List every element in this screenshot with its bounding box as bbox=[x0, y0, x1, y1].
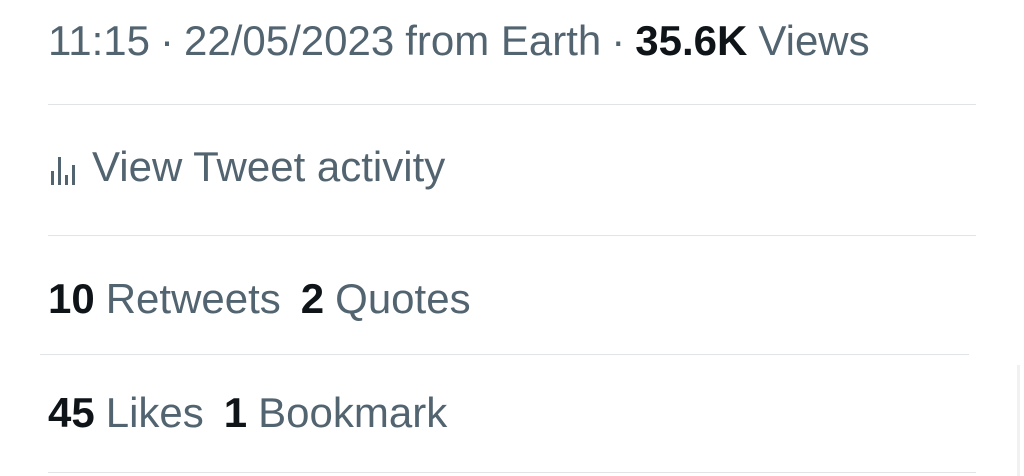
bookmarks-count: 1 bbox=[223, 389, 248, 436]
tweet-date[interactable]: 22/05/2023 bbox=[184, 20, 394, 62]
likes-label: Likes bbox=[105, 389, 204, 436]
tweet-time[interactable]: 11:15 bbox=[48, 20, 150, 62]
meta-separator: · bbox=[611, 17, 626, 64]
tweet-meta-row: 11:15 · 22/05/2023 from Earth · 35.6K Vi… bbox=[48, 20, 870, 62]
divider bbox=[40, 354, 969, 355]
tweet-source: from Earth bbox=[405, 17, 602, 64]
retweets-count: 10 bbox=[48, 275, 95, 322]
quotes-stat[interactable]: 2 Quotes bbox=[301, 278, 471, 320]
likes-stat[interactable]: 45 Likes bbox=[48, 392, 204, 434]
meta-separator: · bbox=[160, 17, 174, 64]
retweets-stat[interactable]: 10 Retweets bbox=[48, 278, 281, 320]
divider bbox=[48, 104, 976, 105]
engagement-row-retweets: 10 Retweets 2 Quotes bbox=[48, 278, 471, 320]
quotes-label: Quotes bbox=[335, 275, 471, 322]
bookmarks-stat[interactable]: 1 Bookmark bbox=[224, 392, 447, 434]
views-count: 35.6K bbox=[635, 17, 748, 64]
quotes-count: 2 bbox=[300, 275, 325, 322]
likes-count: 45 bbox=[48, 389, 95, 436]
divider bbox=[48, 235, 976, 236]
bar-chart-icon bbox=[48, 155, 78, 185]
divider bbox=[48, 472, 976, 473]
view-tweet-activity-label: View Tweet activity bbox=[92, 143, 446, 190]
bookmarks-label: Bookmark bbox=[258, 389, 448, 436]
scrollbar[interactable] bbox=[1017, 365, 1020, 476]
views-label: Views bbox=[758, 17, 870, 64]
retweets-label: Retweets bbox=[105, 275, 281, 322]
engagement-row-likes: 45 Likes 1 Bookmark bbox=[48, 392, 447, 434]
view-tweet-activity-link[interactable]: View Tweet activity bbox=[48, 146, 445, 188]
